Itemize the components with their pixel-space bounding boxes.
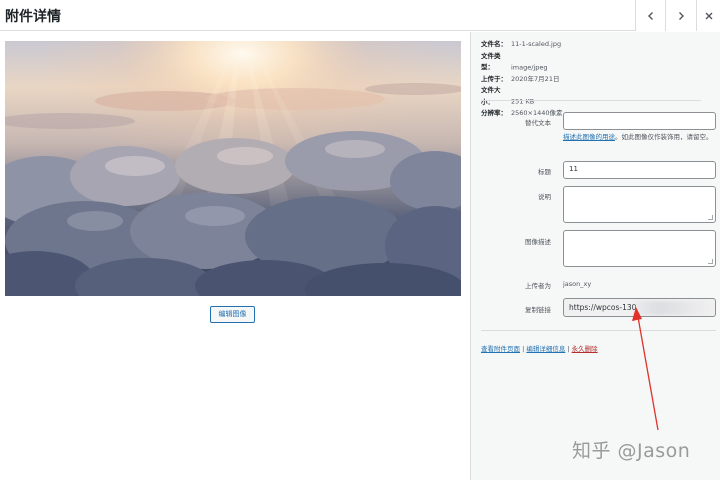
attachment-details-sidebar: 文件名： 11-1-scaled.jpg 文件类型： image/jpeg 上传于：…	[470, 32, 720, 480]
title-input[interactable]: 11	[563, 161, 716, 179]
attachment-image	[5, 41, 461, 296]
alt-text-help: 描述此图像的用途。如此图像仅作装饰用，请留空。	[563, 133, 713, 141]
edit-details-link[interactable]: 编辑详细信息	[526, 345, 565, 353]
uploaded-by-value: jason_xy	[563, 280, 592, 288]
previous-button[interactable]	[635, 0, 666, 31]
divider	[481, 100, 701, 101]
alt-text-label: 替代文本	[525, 119, 551, 127]
close-button[interactable]	[696, 0, 720, 31]
copy-link-label: 复制链接	[525, 306, 551, 314]
uploaded-by-label: 上传者为	[525, 282, 551, 290]
clouds-photo	[5, 41, 461, 296]
chevron-left-icon	[648, 11, 653, 20]
edit-image-button[interactable]: 编辑图像	[210, 306, 255, 323]
resize-handle-icon[interactable]	[708, 259, 713, 264]
title-label: 标题	[538, 168, 551, 176]
divider	[481, 330, 716, 331]
watermark: 知乎 @Jason	[572, 440, 691, 462]
description-label: 图像描述	[525, 238, 551, 246]
page-title: 附件详情	[5, 9, 61, 25]
caption-textarea[interactable]	[563, 186, 716, 223]
alt-text-input[interactable]	[563, 112, 716, 130]
resize-handle-icon[interactable]	[708, 215, 713, 220]
caption-label: 说明	[538, 193, 551, 201]
delete-permanently-link[interactable]: 永久删除	[572, 345, 598, 353]
alt-text-help-link[interactable]: 描述此图像的用途	[563, 133, 615, 141]
chevron-right-icon	[679, 11, 684, 20]
uploaded-row: 上传于： 2020年7月21日	[481, 74, 560, 83]
modal-header: 附件详情	[0, 0, 720, 31]
attachment-actions: 查看附件页面 | 编辑详细信息 | 永久删除	[481, 345, 598, 353]
close-icon	[705, 12, 712, 19]
file-info: 文件名： 11-1-scaled.jpg 文件类型： image/jpeg 上传于：…	[481, 39, 563, 120]
next-button[interactable]	[665, 0, 696, 31]
filename-row: 文件名： 11-1-scaled.jpg	[481, 40, 562, 48]
attachment-media-view: 编辑图像	[0, 32, 470, 480]
filesize-row: 文件大小： 251 KB	[481, 86, 535, 106]
description-textarea[interactable]	[563, 230, 716, 267]
filetype-row: 文件类型： image/jpeg	[481, 51, 548, 72]
view-attachment-page-link[interactable]: 查看附件页面	[481, 345, 520, 353]
annotation-arrow-icon	[632, 307, 659, 431]
